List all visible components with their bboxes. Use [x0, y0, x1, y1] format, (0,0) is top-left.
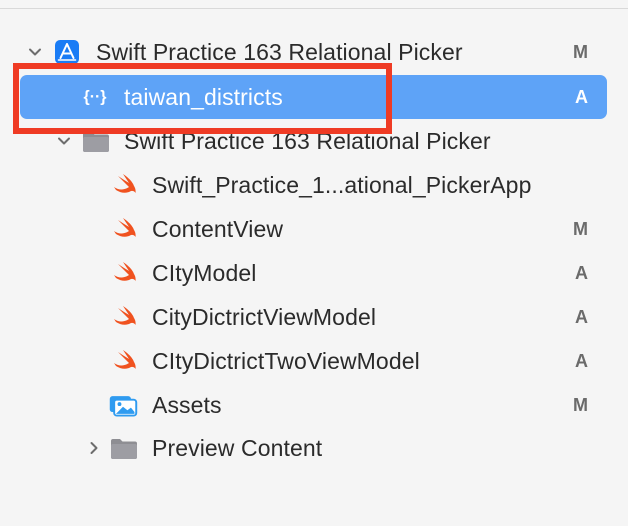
- navigator-row-label: Assets: [152, 392, 222, 418]
- navigator-row-label: CItyModel: [152, 260, 257, 286]
- swift-file-icon: [110, 303, 140, 331]
- top-divider: [0, 8, 628, 9]
- navigator-row-citydictrictviewmodel[interactable]: CityDictrictViewModel A: [0, 295, 628, 339]
- swift-file-icon: [110, 347, 140, 375]
- annotation-highlight-box: [13, 63, 392, 134]
- project-navigator: Swift Practice 163 Relational Picker M {…: [0, 0, 628, 526]
- status-badge: A: [575, 307, 588, 327]
- swift-file-icon: [110, 215, 140, 243]
- status-badge: M: [573, 395, 588, 415]
- navigator-row-preview-content[interactable]: Preview Content: [0, 426, 628, 470]
- status-badge: M: [573, 219, 588, 239]
- navigator-row-assets[interactable]: Assets M: [0, 383, 628, 427]
- navigator-row-label: Preview Content: [152, 435, 323, 461]
- navigator-row-contentview[interactable]: ContentView M: [0, 207, 628, 251]
- chevron-right-icon[interactable]: [86, 426, 102, 470]
- navigator-row-app-file[interactable]: Swift_Practice_1...ational_PickerApp: [0, 163, 628, 207]
- navigator-row-label: ContentView: [152, 216, 284, 242]
- status-badge: M: [573, 42, 588, 62]
- navigator-row-label: CItyDictrictTwoViewModel: [152, 348, 420, 374]
- navigator-row-label: Swift_Practice_1...ational_PickerApp: [152, 172, 532, 198]
- asset-catalog-icon: [108, 391, 138, 419]
- status-badge: A: [575, 351, 588, 371]
- status-badge: A: [575, 263, 588, 283]
- navigator-row-label: CityDictrictViewModel: [152, 304, 377, 330]
- xcode-project-icon: [52, 38, 82, 66]
- swift-file-icon: [110, 171, 140, 199]
- navigator-row-citydictricttwoviewmodel[interactable]: CItyDictrictTwoViewModel A: [0, 339, 628, 383]
- navigator-row-citymodel[interactable]: CItyModel A: [0, 251, 628, 295]
- status-badge: A: [575, 87, 588, 107]
- folder-icon: [109, 434, 139, 462]
- swift-file-icon: [110, 259, 140, 287]
